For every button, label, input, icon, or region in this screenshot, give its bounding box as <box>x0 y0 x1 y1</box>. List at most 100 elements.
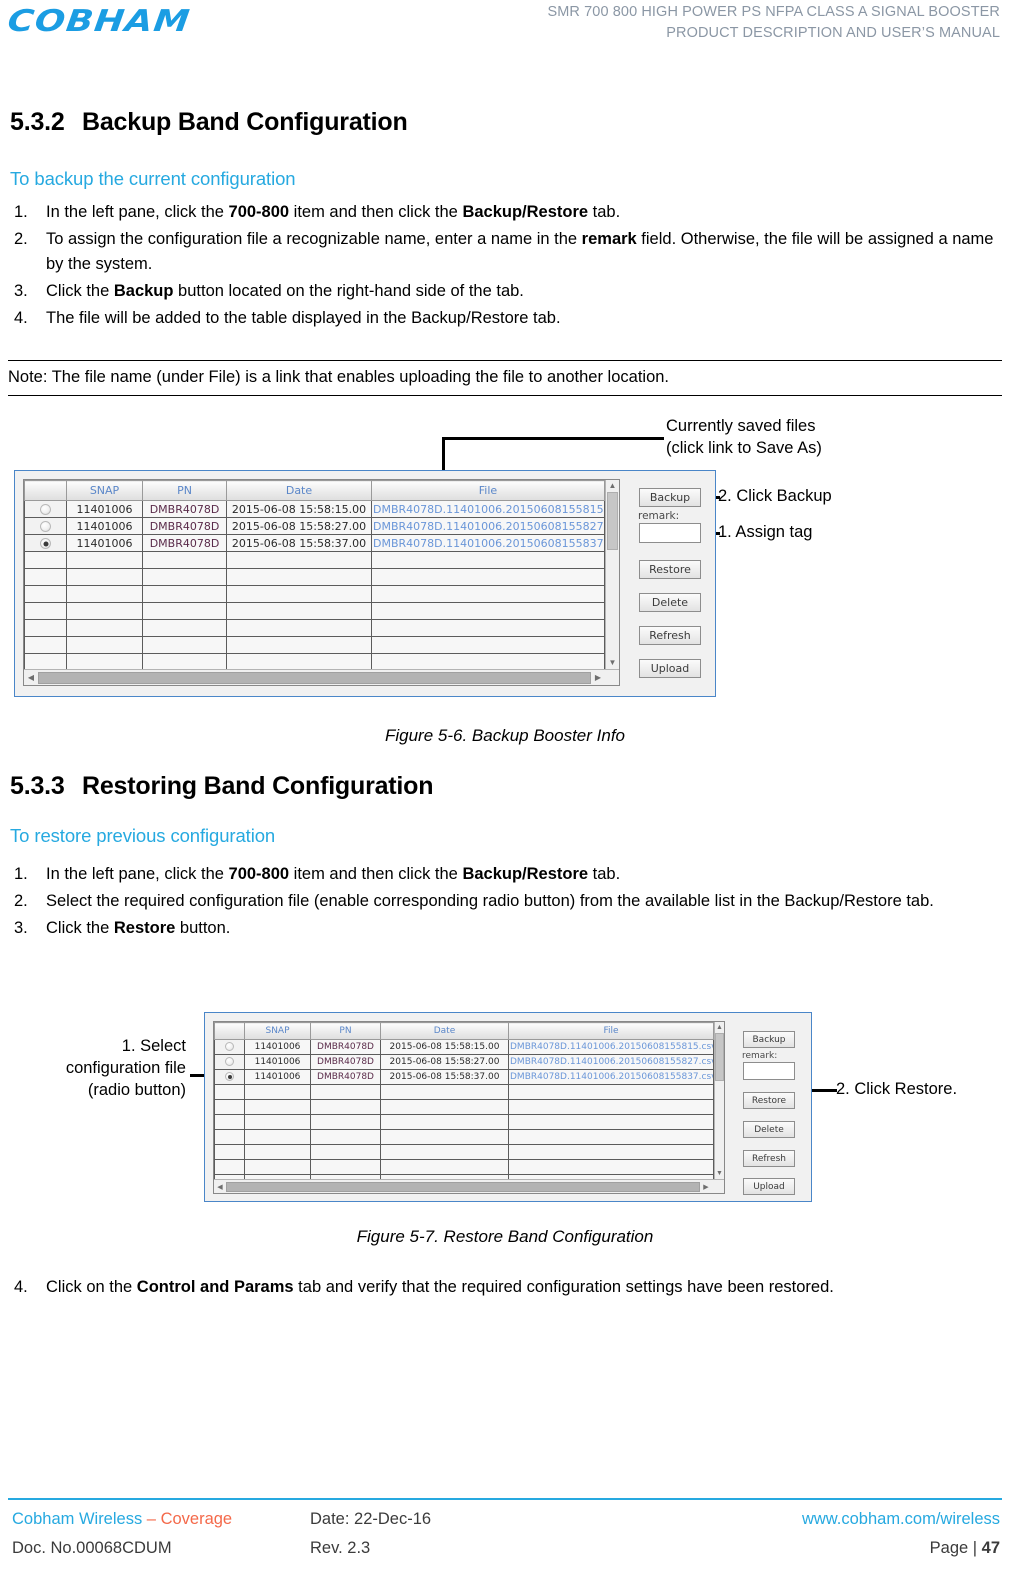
cell-file[interactable]: DMBR4078D.11401006.20150608155827.csv <box>508 1054 714 1070</box>
scroll-up-arrow-icon[interactable]: ▲ <box>606 480 619 490</box>
cell-file[interactable]: DMBR4078D.11401006.20150608155827.csv <box>371 517 605 535</box>
horizontal-scrollbar-thumb[interactable] <box>38 671 591 684</box>
configuration-files-grid[interactable]: SNAP PN Date File 11401006 DMBR4078D 2015-06-… <box>23 479 620 686</box>
table-row-empty[interactable] <box>214 1144 714 1160</box>
list-item: 2. Select the required configuration file… <box>0 889 1000 914</box>
table-row-empty[interactable] <box>214 1114 714 1130</box>
column-header-select[interactable] <box>214 1022 245 1040</box>
plain-text: Click the <box>46 919 114 937</box>
column-header-pn[interactable]: PN <box>142 480 227 501</box>
scroll-up-arrow-icon-small[interactable]: ▲ <box>715 1022 724 1031</box>
radio-button-icon[interactable] <box>40 538 51 549</box>
table-row-empty[interactable] <box>24 619 605 637</box>
refresh-button-small[interactable]: Refresh <box>743 1150 795 1167</box>
list-item-marker: 3. <box>14 919 28 937</box>
table-body-small[interactable]: 11401006 DMBR4078D 2015-06-08 15:58:15.00 D… <box>214 1039 714 1179</box>
upload-button[interactable]: Upload <box>639 659 701 678</box>
table-row[interactable]: 11401006 DMBR4078D 2015-06-08 15:58:27.00 D… <box>24 517 605 535</box>
scroll-down-arrow-icon[interactable]: ▼ <box>606 659 619 669</box>
backup-restore-panel-figure-5-6[interactable]: SNAP PN Date File 11401006 DMBR4078D 2015-06-… <box>14 470 716 697</box>
column-header-snap[interactable]: SNAP <box>244 1022 311 1040</box>
horizontal-scrollbar[interactable]: ◀ ▶ <box>24 669 619 685</box>
footer-company: Cobham Wireless – Coverage <box>12 1505 232 1534</box>
table-row-empty[interactable] <box>214 1159 714 1175</box>
cell-snap: 11401006 <box>244 1039 311 1055</box>
cell-empty <box>214 1129 245 1145</box>
restore-button[interactable]: Restore <box>639 560 701 579</box>
row-select-cell[interactable] <box>214 1039 245 1055</box>
delete-button-small[interactable]: Delete <box>743 1121 795 1138</box>
vertical-scrollbar-thumb[interactable] <box>607 492 618 550</box>
scroll-left-arrow-icon-small[interactable]: ◀ <box>214 1183 226 1191</box>
list-item: 4. The file will be added to the table di… <box>0 306 1000 331</box>
cell-empty <box>380 1129 509 1145</box>
upload-button-small[interactable]: Upload <box>743 1178 795 1195</box>
cell-file[interactable]: DMBR4078D.11401006.20150608155815.csv <box>371 500 605 518</box>
vertical-scrollbar[interactable]: ▲ ▼ <box>605 480 619 669</box>
row-select-cell[interactable] <box>214 1069 245 1085</box>
radio-button-icon[interactable] <box>225 1072 234 1081</box>
cell-snap: 11401006 <box>66 534 143 552</box>
section-title-533: Restoring Band Configuration <box>82 772 434 800</box>
column-header-date[interactable]: Date <box>380 1022 509 1040</box>
table-header-row-small: SNAP PN Date File <box>214 1022 714 1040</box>
row-select-cell[interactable] <box>24 500 67 518</box>
table-row-empty[interactable] <box>24 636 605 654</box>
vertical-scrollbar-thumb-small[interactable] <box>715 1033 724 1081</box>
column-header-pn[interactable]: PN <box>310 1022 381 1040</box>
radio-button-icon[interactable] <box>40 504 51 515</box>
table-row-empty[interactable] <box>24 653 605 669</box>
cell-file[interactable]: DMBR4078D.11401006.20150608155837.csv <box>508 1069 714 1085</box>
backup-button-small[interactable]: Backup <box>743 1031 795 1048</box>
table-row-empty[interactable] <box>214 1084 714 1100</box>
scroll-left-arrow-icon[interactable]: ◀ <box>24 673 38 682</box>
horizontal-scrollbar-thumb-small[interactable] <box>226 1181 700 1192</box>
cell-file[interactable]: DMBR4078D.11401006.20150608155837.csv <box>371 534 605 552</box>
row-select-cell[interactable] <box>214 1054 245 1070</box>
table-row[interactable]: 11401006 DMBR4078D 2015-06-08 15:58:15.00 D… <box>24 500 605 518</box>
radio-button-icon[interactable] <box>225 1042 234 1051</box>
vertical-scrollbar-small[interactable]: ▲ ▼ <box>714 1022 724 1179</box>
table-row-empty[interactable] <box>24 568 605 586</box>
table-row[interactable]: 11401006 DMBR4078D 2015-06-08 15:58:15.00 D… <box>214 1039 714 1055</box>
delete-button[interactable]: Delete <box>639 593 701 612</box>
cell-empty <box>142 602 227 620</box>
scroll-down-arrow-icon-small[interactable]: ▼ <box>715 1170 724 1179</box>
footer-divider <box>8 1498 1002 1500</box>
backup-button[interactable]: Backup <box>639 488 701 507</box>
table-row[interactable]: 11401006 DMBR4078D 2015-06-08 15:58:37.00 D… <box>214 1069 714 1085</box>
remark-input-small[interactable] <box>743 1062 795 1080</box>
remark-input[interactable] <box>639 523 701 543</box>
footer-website-link[interactable]: www.cobham.com/wireless <box>802 1505 1000 1534</box>
table-row-empty[interactable] <box>24 585 605 603</box>
table-row-empty[interactable] <box>214 1129 714 1145</box>
cell-file[interactable]: DMBR4078D.11401006.20150608155815.csv <box>508 1039 714 1055</box>
restore-button-small[interactable]: Restore <box>743 1092 795 1109</box>
configuration-files-grid-small[interactable]: SNAP PN Date File 11401006 DMBR4078D 2015-06-… <box>213 1021 725 1194</box>
horizontal-scrollbar-small[interactable]: ◀ ▶ <box>214 1179 724 1193</box>
cell-empty <box>371 653 605 669</box>
table-row-empty[interactable] <box>24 551 605 569</box>
row-select-cell[interactable] <box>24 534 67 552</box>
radio-button-icon[interactable] <box>40 521 51 532</box>
table-row[interactable]: 11401006 DMBR4078D 2015-06-08 15:58:27.00 D… <box>214 1054 714 1070</box>
document-header-titles: SMR 700 800 HIGH POWER PS NFPA CLASS A S… <box>547 2 1000 44</box>
refresh-button[interactable]: Refresh <box>639 626 701 645</box>
cell-pn: DMBR4078D <box>142 534 227 552</box>
scroll-right-arrow-icon[interactable]: ▶ <box>591 673 605 682</box>
table-body[interactable]: 11401006 DMBR4078D 2015-06-08 15:58:15.00 D… <box>24 500 605 669</box>
radio-button-icon[interactable] <box>225 1057 234 1066</box>
column-header-date[interactable]: Date <box>226 480 372 501</box>
column-header-file[interactable]: File <box>508 1022 714 1040</box>
backup-restore-panel-figure-5-7[interactable]: SNAP PN Date File 11401006 DMBR4078D 2015-06-… <box>204 1012 812 1202</box>
plain-text: Click on the <box>46 1278 137 1296</box>
table-row-empty[interactable] <box>214 1099 714 1115</box>
column-header-file[interactable]: File <box>371 480 605 501</box>
scroll-right-arrow-icon-small[interactable]: ▶ <box>700 1183 712 1191</box>
list-item-marker: 1. <box>14 865 28 883</box>
table-row[interactable]: 11401006 DMBR4078D 2015-06-08 15:58:37.00 D… <box>24 534 605 552</box>
column-header-snap[interactable]: SNAP <box>66 480 143 501</box>
row-select-cell[interactable] <box>24 517 67 535</box>
table-row-empty[interactable] <box>24 602 605 620</box>
column-header-select[interactable] <box>24 480 67 501</box>
